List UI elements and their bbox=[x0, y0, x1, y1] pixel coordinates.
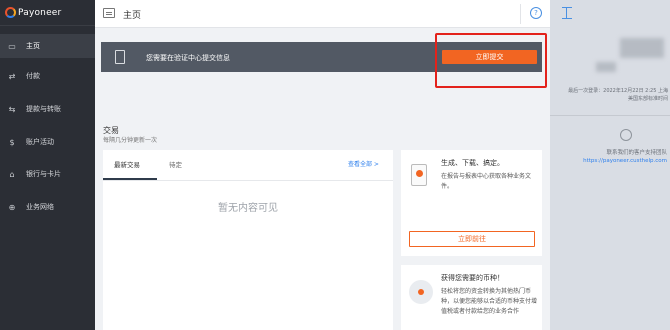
sidebar-item-label: 提款与转账 bbox=[26, 105, 61, 113]
home-page-icon bbox=[103, 8, 115, 18]
help-icon[interactable]: ? bbox=[530, 7, 542, 19]
contact-support-text: 联系我们的客户支持团队 bbox=[606, 150, 667, 156]
withdraw-icon: ⇆ bbox=[8, 104, 16, 114]
sidebar-item-label: 主页 bbox=[26, 42, 40, 50]
sidebar-item-bank-card[interactable]: ⌂ 银行与卡片 bbox=[0, 162, 95, 186]
sidebar-item-payments[interactable]: ⇄ 付款 bbox=[0, 64, 95, 88]
activity-icon: $ bbox=[9, 137, 15, 147]
currency-icon bbox=[409, 280, 433, 304]
view-all-link[interactable]: 查看全部 > bbox=[348, 159, 379, 168]
top-bar: 主页 ? bbox=[95, 0, 550, 28]
sidebar-item-label: 付款 bbox=[26, 72, 40, 80]
sidebar: Payoneer ▭ 主页 ⇄ 付款 ⇆ 提款与转账 $ 账户活动 ⌂ 银行与卡… bbox=[0, 0, 95, 330]
support-link[interactable]: https://payoneer.custhelp.com bbox=[550, 158, 670, 164]
sidebar-item-activity[interactable]: $ 账户活动 bbox=[0, 130, 95, 154]
currency-card: 获得您需要的币种！ 轻松将您的资金转换为其他热门币种，以便您能够以合适的币种支付… bbox=[401, 265, 542, 330]
transactions-card: 最新交易 待定 查看全部 > 暂无内容可见 bbox=[103, 150, 393, 330]
sidebar-item-label: 业务网络 bbox=[26, 203, 54, 211]
card-title: 生成、下载、搞定。 bbox=[441, 159, 504, 167]
transactions-subtitle: 每隔几分钟更新一次 bbox=[103, 137, 158, 144]
sidebar-item-home[interactable]: ▭ 主页 bbox=[0, 34, 95, 58]
payments-icon: ⇄ bbox=[8, 71, 16, 81]
go-now-button[interactable]: 立即前往 bbox=[409, 231, 535, 247]
divider bbox=[520, 4, 521, 24]
tab-latest-transactions[interactable]: 最新交易 bbox=[114, 159, 140, 169]
card-title: 获得您需要的币种！ bbox=[441, 274, 504, 282]
document-icon bbox=[115, 50, 125, 64]
bank-card-icon: ⌂ bbox=[9, 169, 15, 179]
reports-card: 生成、下载、搞定。 在报告与报表中心获取各种业务文件。 立即前往 bbox=[401, 150, 542, 256]
blurred-account-info bbox=[620, 38, 664, 58]
right-panel: 最后一次登录：2022年12月22日 2:25 上海 美国东部标准时间 联系我们… bbox=[550, 0, 670, 330]
report-document-icon bbox=[411, 164, 427, 186]
tab-pending[interactable]: 待定 bbox=[169, 159, 182, 169]
sidebar-item-label: 银行与卡片 bbox=[26, 170, 61, 178]
last-login-text: 最后一次登录：2022年12月22日 2:25 上海 美国东部标准时间 bbox=[568, 88, 668, 102]
blurred-account-info bbox=[596, 62, 616, 72]
sidebar-item-network[interactable]: ⊕ 业务网络 bbox=[0, 195, 95, 219]
network-icon: ⊕ bbox=[8, 202, 16, 212]
sidebar-item-label: 账户活动 bbox=[26, 138, 54, 146]
payoneer-logo-icon bbox=[5, 7, 16, 18]
highlight-box bbox=[435, 33, 547, 88]
card-description: 轻松将您的资金转换为其他热门币种，以便您能够以合适的币种支付增值税或者付款给您的… bbox=[441, 288, 538, 315]
logo[interactable]: Payoneer bbox=[0, 0, 95, 26]
pin-icon[interactable] bbox=[562, 7, 572, 19]
chat-icon bbox=[620, 129, 632, 141]
divider bbox=[103, 180, 393, 181]
logo-text: Payoneer bbox=[18, 7, 62, 18]
alert-text: 您需要在验证中心提交信息 bbox=[146, 54, 230, 62]
home-icon: ▭ bbox=[8, 41, 16, 51]
divider bbox=[550, 115, 670, 116]
card-description: 在报告与报表中心获取各种业务文件。 bbox=[441, 173, 532, 190]
page-title: 主页 bbox=[123, 11, 142, 21]
empty-state-text: 暂无内容可见 bbox=[218, 203, 278, 214]
sidebar-item-withdraw[interactable]: ⇆ 提款与转账 bbox=[0, 97, 95, 121]
